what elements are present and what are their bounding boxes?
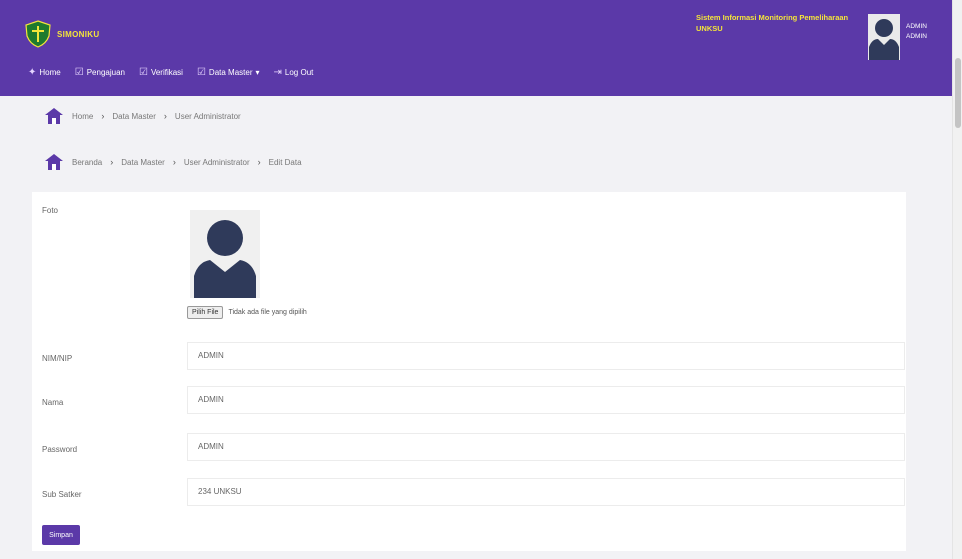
profile-photo (190, 210, 260, 298)
breadcrumb-item[interactable]: User Administrator (184, 158, 250, 167)
breadcrumb-item[interactable]: Beranda (72, 158, 102, 167)
logout-icon: ⇥ (273, 67, 282, 78)
home-icon: ✦ (28, 67, 37, 78)
breadcrumb: Home › Data Master › User Administrator (44, 107, 241, 125)
nav-logout[interactable]: ⇥ Log Out (274, 67, 314, 78)
nav-data-master-label: Data Master (208, 68, 253, 77)
edit-form-card: Foto Pilih File Tidak ada file yang dipi… (32, 192, 906, 551)
chevron-down-icon: ▾ (255, 68, 260, 77)
breadcrumb-detail: Beranda › Data Master › User Administrat… (44, 153, 302, 171)
nav-home[interactable]: ✦ Home (28, 67, 61, 78)
breadcrumb-item[interactable]: Data Master (121, 158, 165, 167)
nav-verifikasi-label: Verifikasi (150, 68, 183, 77)
app-name: SIMONIKU (57, 29, 100, 39)
sub-satker-label: Sub Satker (42, 490, 82, 499)
check-icon: ☑ (74, 67, 84, 78)
nav-pengajuan-label: Pengajuan (86, 68, 125, 77)
nama-label: Nama (42, 398, 64, 407)
breadcrumb-item[interactable]: Data Master (112, 112, 156, 121)
nim-nip-input[interactable]: ADMIN (187, 342, 905, 370)
main-nav: ✦ Home ☑ Pengajuan ☑ Verifikasi ☑ Data M… (28, 67, 313, 78)
breadcrumb-separator: › (172, 157, 176, 167)
breadcrumb-separator: › (110, 157, 114, 167)
breadcrumb-item: User Administrator (174, 111, 241, 121)
user-info: ADMIN ADMIN (906, 22, 927, 42)
user-name: ADMIN (906, 23, 927, 30)
scrollbar-thumb[interactable] (955, 58, 961, 128)
system-title: Sistem Informasi Monitoring Pemeliharaan… (696, 12, 866, 34)
breadcrumb-separator: › (163, 111, 167, 121)
nav-home-label: Home (39, 68, 61, 77)
breadcrumb-separator: › (101, 111, 105, 121)
foto-label: Foto (42, 206, 59, 215)
breadcrumb-item: Edit Data (268, 157, 302, 167)
user-avatar[interactable] (868, 14, 900, 60)
avatar-placeholder-icon (194, 220, 256, 298)
nim-nip-label: NIM/NIP (42, 354, 73, 363)
save-button[interactable]: Simpan (42, 525, 80, 545)
system-title-line1: Sistem Informasi Monitoring Pemeliharaan (696, 13, 849, 22)
breadcrumb-separator: › (257, 157, 261, 167)
user-role: ADMIN (906, 33, 927, 40)
avatar-icon (869, 19, 899, 60)
app-logo[interactable]: SIMONIKU (24, 20, 99, 48)
nav-pengajuan[interactable]: ☑ Pengajuan (75, 67, 125, 78)
system-title-line2: UNKSU (696, 24, 723, 33)
shield-logo-icon (25, 20, 51, 48)
home-icon[interactable] (44, 107, 64, 125)
nav-verifikasi[interactable]: ☑ Verifikasi (139, 67, 183, 78)
check-icon: ☑ (138, 67, 148, 78)
nama-input[interactable]: ADMIN (187, 386, 905, 414)
choose-file-button[interactable]: Pilih File (187, 306, 224, 319)
file-upload: Pilih File Tidak ada file yang dipilih (187, 306, 307, 319)
breadcrumb-item[interactable]: Home (72, 112, 93, 121)
nav-data-master[interactable]: ☑ Data Master ▾ (197, 67, 260, 78)
top-header: SIMONIKU ✦ Home ☑ Pengajuan ☑ Verifikasi… (0, 0, 952, 96)
password-input[interactable]: ADMIN (187, 433, 905, 461)
vertical-scrollbar[interactable] (952, 0, 962, 559)
home-icon[interactable] (44, 153, 64, 171)
password-label: Password (42, 445, 78, 454)
check-icon: ☑ (196, 67, 206, 78)
file-status: Tidak ada file yang dipilih (228, 309, 307, 316)
sub-satker-input[interactable]: 234 UNKSU (187, 478, 905, 506)
nav-logout-label: Log Out (284, 68, 314, 77)
